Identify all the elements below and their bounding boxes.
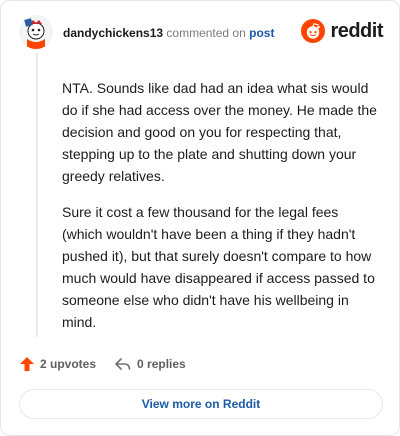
- upvote-count: 2 upvotes: [40, 357, 97, 371]
- comment-meta: dandychickens13 commented on post: [63, 26, 274, 40]
- username[interactable]: dandychickens13: [63, 26, 163, 40]
- reply-arrow-icon: [115, 358, 131, 370]
- comment-paragraph-1: NTA. Sounds like dad had an idea what si…: [62, 80, 377, 184]
- upvote-arrow-icon: [20, 357, 34, 371]
- reddit-logo[interactable]: reddit: [301, 19, 383, 43]
- avatar[interactable]: [19, 15, 53, 49]
- comment-thread-line: [36, 53, 38, 337]
- comment-body: NTA. Sounds like dad had an idea what si…: [62, 77, 380, 347]
- reddit-snoo-icon: [301, 19, 326, 43]
- reply-count: 0 replies: [137, 357, 186, 371]
- avatar-icon: [19, 15, 53, 49]
- comment-paragraph-2: Sure it cost a few thousand for the lega…: [62, 204, 375, 330]
- comment-card: dandychickens13 commented on post reddit: [0, 0, 400, 436]
- comment-header: dandychickens13 commented on post reddit: [19, 15, 385, 53]
- view-more-button[interactable]: View more on Reddit: [19, 389, 383, 419]
- reply-button[interactable]: 0 replies: [114, 356, 186, 372]
- upvote-button[interactable]: 2 upvotes: [19, 356, 96, 372]
- comment-actions: 2 upvotes 0 replies: [19, 353, 186, 375]
- post-link[interactable]: post: [249, 26, 274, 40]
- commented-on-label: commented on: [166, 26, 246, 40]
- reddit-wordmark: reddit: [330, 20, 383, 42]
